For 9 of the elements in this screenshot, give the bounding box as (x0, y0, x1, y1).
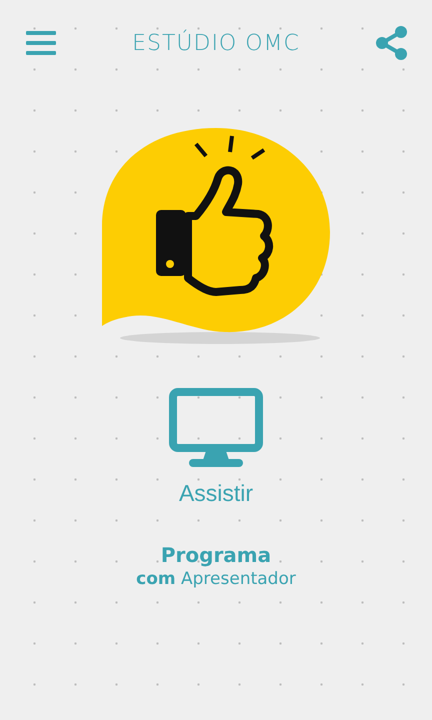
share-icon (376, 26, 408, 60)
program-title: Programa (160, 543, 272, 567)
menu-icon (26, 30, 56, 56)
share-button[interactable] (376, 26, 408, 60)
menu-button[interactable] (26, 30, 56, 56)
program-subtitle: com Apresentador (136, 569, 296, 589)
watch-button[interactable]: Assistir (178, 480, 254, 507)
app-title: ESTÚDIO OMC (132, 30, 300, 56)
monitor-icon (169, 388, 263, 470)
